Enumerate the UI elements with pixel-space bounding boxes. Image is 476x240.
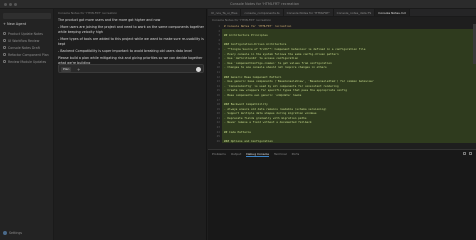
close-window-icon[interactable] <box>4 3 7 6</box>
mode-selector[interactable]: Plan <box>61 67 72 72</box>
panel-tab-output[interactable]: Output <box>231 152 241 157</box>
chat-icon <box>3 39 6 42</box>
chat-icon <box>3 32 6 35</box>
panel-actions <box>463 152 472 155</box>
chat-icon <box>3 60 6 63</box>
line-number: 26 <box>216 138 220 143</box>
sidebar-search-input[interactable] <box>3 13 51 19</box>
new-agent-button[interactable]: + New Agent <box>3 22 26 26</box>
message-paragraph: The product got more users and the more … <box>58 18 161 22</box>
add-context-icon[interactable]: + <box>77 67 80 72</box>
new-agent-label: New Agent <box>7 22 27 26</box>
panel-tab-debug-console[interactable]: Debug Console <box>246 152 269 157</box>
chat-title: Console Notes for 'HTMLFRT' recreation <box>58 11 118 15</box>
agent-list-item[interactable]: UI Workflow Review <box>3 37 52 44</box>
panel-tab-ports[interactable]: Ports <box>292 152 300 157</box>
agent-list-item[interactable]: Console Notes Draft <box>3 44 52 51</box>
send-icon[interactable] <box>196 66 201 72</box>
editor-tab-active[interactable]: Console Notes.md <box>375 9 410 16</box>
agent-list-item-label: Refactor Component Plan <box>8 52 49 57</box>
title-bar: Console Notes for 'HTMLFRT' recreation <box>0 0 476 9</box>
breadcrumb[interactable]: Console Notes for 'HTMLFRT' recreation <box>212 18 271 22</box>
editor-tab[interactable]: Console_notes_data.TS <box>334 9 376 16</box>
minimize-window-icon[interactable] <box>9 3 12 6</box>
editor-area: UI_nos_Ta_ui_files console_components.ts… <box>208 9 476 240</box>
panel-tab-terminal[interactable]: Terminal <box>274 152 287 157</box>
agent-list-item-label: UI Workflow Review <box>8 38 40 43</box>
window-controls[interactable] <box>4 3 17 6</box>
code-lines[interactable]: # Console Notes for 'HTMLFRT' recreation… <box>222 24 476 144</box>
agent-list-item-label: Console Notes Draft <box>8 45 40 50</box>
bottom-panel: Problems Output Debug Console Terminal P… <box>208 149 476 240</box>
chat-icon <box>3 53 6 56</box>
code-editor[interactable]: 1 2 3 4 5 6 7 8 9 10 11 12 13 14 15 16 17 18 19 20 21 22 23 24 2… <box>208 24 476 147</box>
agent-list-item-label: Review Module Updates <box>8 59 47 64</box>
agent-list-item-label: Product Update Notes <box>8 31 43 36</box>
agent-list-item[interactable]: Review Module Updates <box>3 58 52 65</box>
line-number-gutter: 1 2 3 4 5 6 7 8 9 10 11 12 13 14 15 16 17 18 19 20 21 22 23 24 2… <box>208 24 220 143</box>
panel-tab-problems[interactable]: Problems <box>212 152 226 157</box>
agent-list-item[interactable]: Product Update Notes <box>3 30 52 37</box>
editor-tabs: UI_nos_Ta_ui_files console_components.ts… <box>208 9 476 17</box>
account-label: Settings <box>9 231 23 235</box>
maximize-window-icon[interactable] <box>14 3 17 6</box>
user-message: The product got more users and the more … <box>58 18 204 68</box>
agent-sidebar: + New Agent Product Update Notes UI Work… <box>0 9 54 240</box>
account-button[interactable]: Settings <box>3 231 22 235</box>
chat-panel: Console Notes for 'HTMLFRT' recreation T… <box>55 9 207 240</box>
message-paragraph: - More types of tools are added to this … <box>58 37 204 46</box>
panel-tabs: Problems Output Debug Console Terminal P… <box>212 152 299 157</box>
chat-icon <box>3 46 6 49</box>
editor-tab[interactable]: UI_nos_Ta_ui_files <box>208 9 242 16</box>
agent-list-item[interactable]: Refactor Component Plan <box>3 51 52 58</box>
maximize-panel-icon[interactable] <box>463 152 466 155</box>
window-title: Console Notes for 'HTMLFRT' recreation <box>230 2 300 6</box>
message-paragraph: - Backend Compatibility is super importa… <box>58 49 192 54</box>
chat-composer-input[interactable]: Plan + <box>58 64 204 73</box>
code-line[interactable]: ### Options and Configuration <box>222 138 476 144</box>
editor-tab[interactable]: console_components.ts <box>241 9 284 16</box>
message-paragraph: - More users are joining the project and… <box>58 25 205 34</box>
close-panel-icon[interactable] <box>469 152 472 155</box>
editor-tab[interactable]: Console Notes for 'HTMLFRT' <box>284 9 334 16</box>
avatar <box>3 231 7 235</box>
agent-list: Product Update Notes UI Workflow Review … <box>3 30 52 65</box>
